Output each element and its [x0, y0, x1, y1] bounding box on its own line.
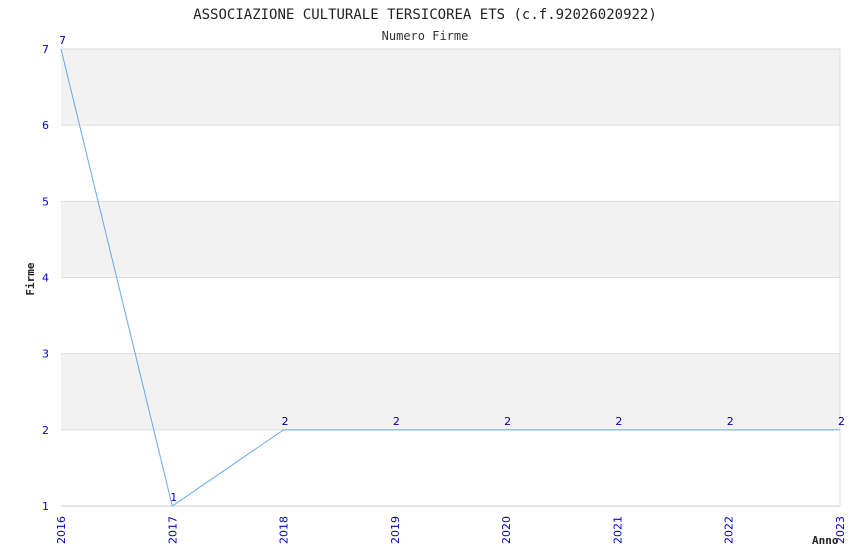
- y-axis-ticks: 1 2 3 4 5 6 7: [42, 43, 49, 513]
- data-label: 2: [282, 415, 289, 428]
- x-tick-label: 2020: [500, 516, 513, 544]
- plot-background-bands: [61, 49, 840, 430]
- data-label: 2: [504, 415, 511, 428]
- x-tick-label: 2016: [55, 516, 68, 544]
- line-chart: 1234567 2016 2017 2018 2019 2020 2021 2022 2023…: [24, 7, 847, 547]
- x-tick-label: 2018: [278, 516, 291, 544]
- x-tick-label: 2022: [723, 516, 736, 544]
- x-axis-ticks: 2016 2017 2018 2019 2020 2021 2022 2023: [55, 516, 847, 544]
- plot-band: [61, 353, 840, 430]
- x-axis-label: Anno: [812, 534, 839, 547]
- x-tick-label: 2019: [389, 516, 402, 544]
- plot-band: [61, 49, 840, 126]
- y-tick-label: 5: [42, 195, 49, 208]
- data-label: 2: [838, 415, 845, 428]
- data-label: 7: [59, 34, 66, 47]
- y-tick-label: 4: [42, 272, 49, 285]
- chart-title: ASSOCIAZIONE CULTURALE TERSICOREA ETS (c…: [193, 7, 657, 23]
- y-tick-label: 3: [42, 348, 49, 361]
- data-label: 1: [170, 491, 177, 504]
- y-tick-label: 1: [42, 500, 49, 513]
- x-tick-label: 2017: [166, 516, 179, 544]
- data-label: 2: [727, 415, 734, 428]
- y-axis-label: Firme: [24, 262, 37, 295]
- data-label: 2: [393, 415, 400, 428]
- data-label: 2: [615, 415, 622, 428]
- y-tick-label: 6: [42, 119, 49, 132]
- y-tick-label: 7: [42, 43, 49, 56]
- x-tick-label: 2021: [611, 516, 624, 544]
- y-tick-label: 2: [42, 424, 49, 437]
- chart-subtitle: Numero Firme: [382, 29, 469, 43]
- plot-band: [61, 201, 840, 278]
